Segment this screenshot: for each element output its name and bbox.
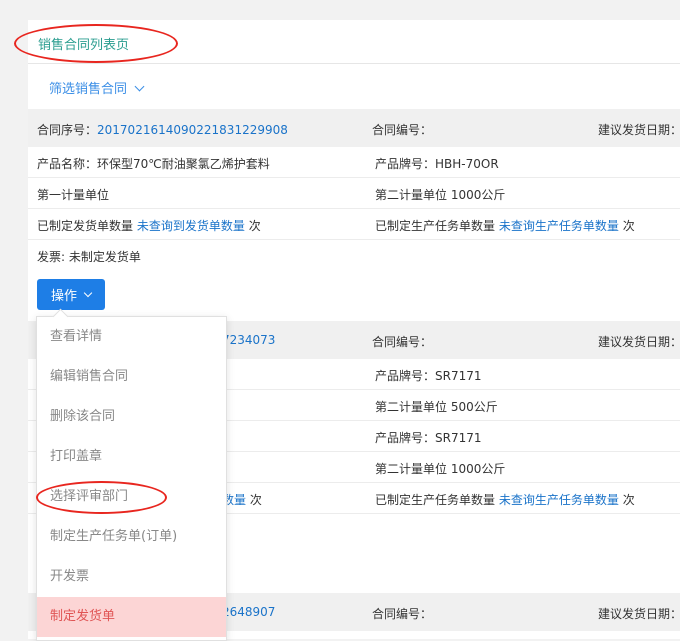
shipped-count-link[interactable]: 未查询到发货单数量 [137, 219, 245, 233]
count-row: 已制定发货单数量 未查询到发货单数量 次 已制定生产任务单数量 未查询生产任务单… [28, 209, 680, 240]
second-unit: 第二计量单位 500公斤 [375, 400, 498, 414]
chevron-down-icon [83, 288, 93, 297]
contract-seq-link[interactable]: 2648907 [222, 605, 275, 619]
product-brand: 产品牌号：HBH-70OR [375, 157, 499, 171]
menu-item-create-production-order[interactable]: 制定生产任务单(订单) [37, 517, 226, 557]
ship-date: 建议发货日期： [598, 607, 680, 621]
filter-dropdown[interactable]: 筛选销售合同 [49, 78, 145, 97]
page-title: 销售合同列表页 [38, 38, 130, 53]
contract-list-panel: 销售合同列表页 筛选销售合同 合同序号：20170216140902218312… [28, 20, 680, 641]
second-unit: 第二计量单位 1000公斤 [375, 462, 506, 476]
operation-button[interactable]: 操作 [37, 279, 105, 310]
contract-card: 合同序号：2017021614090221831229908 合同编号： 建议发… [28, 109, 680, 270]
product-row: 产品名称：环保型70℃耐油聚氯乙烯护套料 产品牌号：HBH-70OR [28, 147, 680, 178]
contract-no: 合同编号： [372, 335, 433, 349]
product-brand: 产品牌号：SR7171 [375, 369, 482, 383]
product-name: 产品名称：环保型70℃耐油聚氯乙烯护套料 [37, 157, 270, 171]
ship-date: 建议发货日期： [598, 123, 680, 137]
ship-date: 建议发货日期： [598, 335, 680, 349]
shipped-count: 数量 次 [222, 493, 262, 507]
menu-item-view-details[interactable]: 查看详情 [37, 317, 226, 357]
menu-item-delete-contract[interactable]: 删除该合同 [37, 397, 226, 437]
menu-item-create-shipping-order[interactable]: 制定发货单 [37, 597, 226, 637]
contract-seq-link[interactable]: 7234073 [222, 333, 275, 347]
second-unit: 第二计量单位 1000公斤 [375, 188, 506, 202]
invoice-status: 发票: 未制定发货单 [37, 250, 141, 264]
menu-item-select-review-dept[interactable]: 选择评审部门 [37, 477, 226, 517]
product-brand: 产品牌号：SR7171 [375, 431, 482, 445]
contract-header: 合同序号：2017021614090221831229908 合同编号： 建议发… [28, 109, 680, 147]
title-divider [28, 63, 680, 64]
task-count: 已制定生产任务单数量 未查询生产任务单数量 次 [375, 493, 635, 507]
contract-no: 合同编号： [372, 607, 433, 621]
task-count: 已制定生产任务单数量 未查询生产任务单数量 次 [375, 219, 635, 233]
invoice-row: 发票: 未制定发货单 [28, 240, 680, 270]
menu-item-edit-contract[interactable]: 编辑销售合同 [37, 357, 226, 397]
contract-seq: 合同序号：2017021614090221831229908 [37, 123, 288, 137]
task-count-link[interactable]: 未查询生产任务单数量 [499, 493, 619, 507]
contract-seq: 2648907 [222, 605, 275, 619]
menu-item-issue-invoice[interactable]: 开发票 [37, 557, 226, 597]
menu-item-print-seal[interactable]: 打印盖章 [37, 437, 226, 477]
filter-label: 筛选销售合同 [49, 82, 128, 97]
contract-no: 合同编号： [372, 123, 433, 137]
chevron-down-icon [134, 81, 145, 92]
unit-row: 第一计量单位 第二计量单位 1000公斤 [28, 178, 680, 209]
first-unit: 第一计量单位 [37, 188, 110, 202]
shipped-count: 已制定发货单数量 未查询到发货单数量 次 [37, 219, 261, 233]
contract-seq: 7234073 [222, 333, 275, 347]
task-count-link[interactable]: 未查询生产任务单数量 [499, 219, 619, 233]
operation-menu: 查看详情 编辑销售合同 删除该合同 打印盖章 选择评审部门 制定生产任务单(订单… [36, 308, 227, 641]
contract-seq-link[interactable]: 2017021614090221831229908 [97, 123, 288, 137]
